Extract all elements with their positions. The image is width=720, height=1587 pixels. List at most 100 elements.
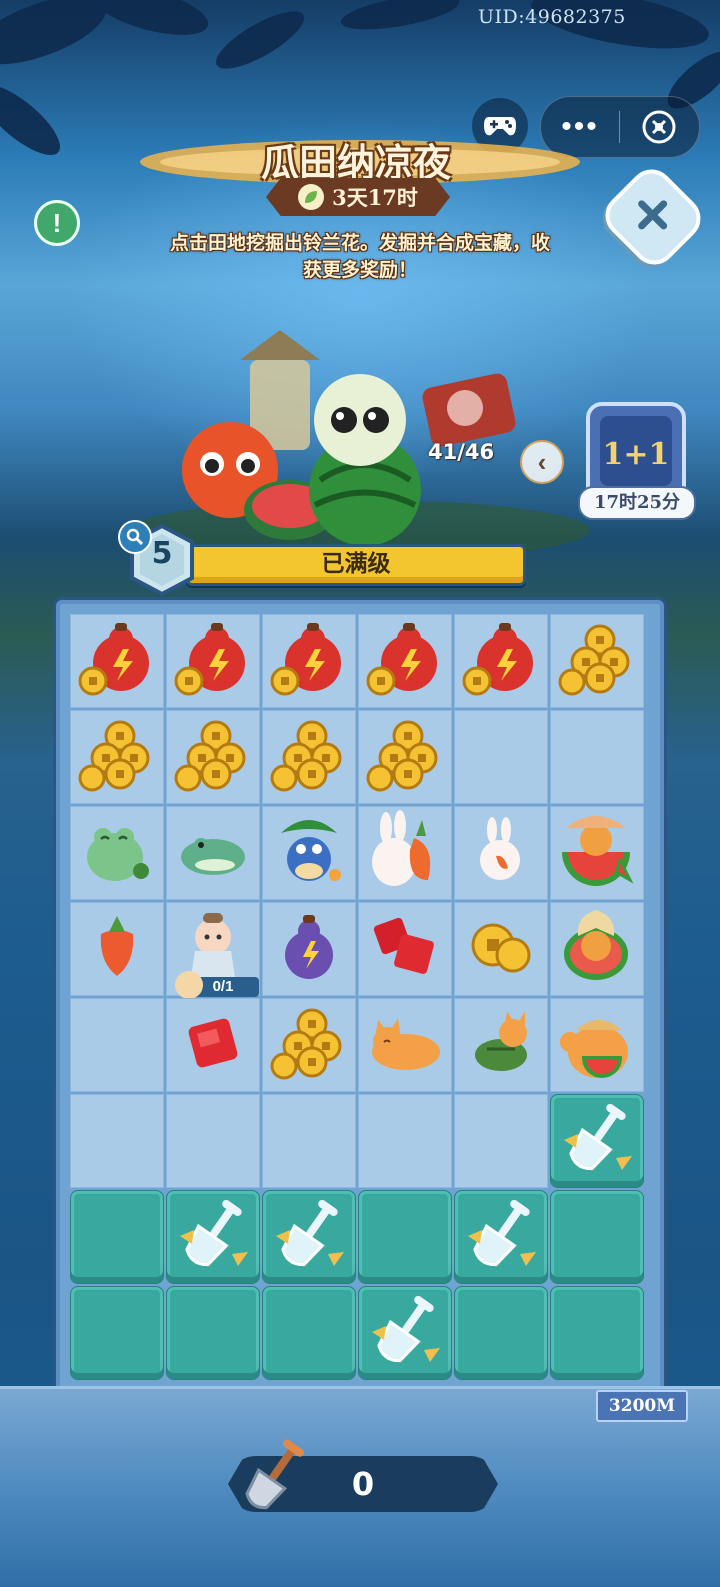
board-cell[interactable]	[550, 902, 644, 996]
gourd-energy-icon	[173, 619, 253, 704]
empty-cell[interactable]	[166, 1094, 260, 1188]
board-cell[interactable]	[550, 806, 644, 900]
board-cell[interactable]	[166, 710, 260, 804]
gourd-energy-icon	[269, 619, 349, 704]
timer-text: 3天17时	[332, 185, 418, 210]
exclamation-icon: !	[52, 207, 62, 238]
board-cell[interactable]: 0/1	[166, 902, 260, 999]
board-cell[interactable]	[262, 998, 356, 1092]
doll-progress: 0/1	[175, 971, 259, 999]
frog-leaf-icon	[269, 811, 349, 896]
board-cell[interactable]	[166, 998, 260, 1092]
board-cell[interactable]	[166, 614, 260, 708]
board-cell[interactable]	[70, 614, 164, 708]
gem-red-icon	[178, 1008, 248, 1083]
frog-lie-icon	[175, 813, 251, 894]
soil-cell[interactable]	[550, 1286, 644, 1380]
board-cell[interactable]	[358, 710, 452, 804]
melon-cat-icon	[556, 906, 638, 993]
info-button[interactable]: !	[34, 200, 80, 246]
rabbit-small-icon	[466, 816, 536, 891]
shovel-icon	[174, 1196, 252, 1279]
level-status: 已满级	[321, 550, 391, 577]
board-cell[interactable]	[70, 710, 164, 804]
empty-cell[interactable]	[70, 1094, 164, 1188]
board-cell[interactable]	[454, 806, 548, 900]
board-cell[interactable]	[358, 614, 452, 708]
leaf-icon	[298, 184, 325, 210]
coins-big-icon	[268, 714, 350, 801]
magnifier-icon	[126, 528, 144, 546]
gourd-energy-icon	[461, 619, 541, 704]
close-icon	[636, 198, 670, 237]
coins-big-icon	[556, 618, 638, 705]
carrot-icon	[87, 912, 147, 987]
board-cell[interactable]	[166, 806, 260, 900]
board-cell[interactable]	[262, 614, 356, 708]
shovel-icon	[245, 1439, 305, 1510]
gourd-purple-icon	[271, 909, 347, 990]
frog-sit-icon	[79, 813, 155, 894]
board-cell[interactable]	[70, 902, 164, 996]
soil-cell[interactable]	[262, 1286, 356, 1380]
shovel-icon	[462, 1196, 540, 1279]
coins-big-icon	[268, 1002, 350, 1089]
board-cell[interactable]	[550, 998, 644, 1092]
gourd-energy-icon	[365, 619, 445, 704]
soil-cell[interactable]	[70, 1190, 164, 1284]
board-cell[interactable]	[358, 902, 452, 996]
empty-cell[interactable]	[358, 1094, 452, 1188]
coins-small-icon	[463, 909, 539, 990]
soil-cell[interactable]	[262, 1190, 356, 1284]
prev-arrow-button[interactable]: ‹	[520, 440, 564, 484]
board-cell[interactable]	[550, 614, 644, 708]
empty-cell[interactable]	[454, 1094, 548, 1188]
shovel-icon	[366, 1292, 444, 1375]
gems-two-icon	[367, 909, 443, 990]
chevron-left-icon: ‹	[537, 446, 547, 477]
coins-big-icon	[172, 714, 254, 801]
flower-icon	[175, 971, 203, 999]
doll-progress-text: 0/1	[212, 978, 234, 995]
soil-cell[interactable]	[550, 1190, 644, 1284]
soil-cell[interactable]	[70, 1286, 164, 1380]
event-description: 点击田地挖掘出铃兰花。发掘并合成宝藏，收获更多奖励！	[170, 232, 551, 281]
board-cell[interactable]	[358, 998, 452, 1092]
empty-cell[interactable]	[262, 1094, 356, 1188]
coins-big-icon	[76, 714, 158, 801]
collection-count: 41/46	[428, 440, 495, 464]
board-cell[interactable]	[454, 614, 548, 708]
merge-board: 0/1	[56, 600, 664, 1398]
empty-cell[interactable]	[454, 710, 548, 804]
soil-cell[interactable]	[454, 1190, 548, 1284]
board-cell[interactable]	[262, 806, 356, 900]
cat-watermelon-icon	[556, 1002, 638, 1089]
cat-lie-icon	[364, 1008, 446, 1083]
board-cell[interactable]	[454, 902, 548, 996]
soil-cell[interactable]	[358, 1286, 452, 1380]
soil-cell[interactable]	[550, 1094, 644, 1188]
bonus-label: 1+1	[603, 437, 670, 472]
magnifier-button[interactable]	[118, 520, 152, 554]
rabbit-carrot-icon	[364, 809, 446, 897]
soil-cell[interactable]	[358, 1190, 452, 1284]
soil-cell[interactable]	[166, 1190, 260, 1284]
board-cell[interactable]	[454, 998, 548, 1092]
depth-label: 3200M	[596, 1390, 688, 1422]
soil-cell[interactable]	[166, 1286, 260, 1380]
bonus-timer: 17时25分	[578, 486, 696, 520]
gourd-energy-icon	[77, 619, 157, 704]
board-cell[interactable]	[70, 806, 164, 900]
empty-cell[interactable]	[70, 998, 164, 1092]
watermelon-cat-icon	[556, 810, 638, 897]
cat-turtle-icon	[463, 1005, 539, 1086]
shovel-icon	[558, 1100, 636, 1183]
board-cell[interactable]	[358, 806, 452, 900]
empty-cell[interactable]	[550, 710, 644, 804]
board-cell[interactable]	[262, 902, 356, 996]
soil-cell[interactable]	[454, 1286, 548, 1380]
board-cell[interactable]	[262, 710, 356, 804]
coins-big-icon	[364, 714, 446, 801]
uid-label: UID:49682375	[478, 6, 626, 28]
event-timer: 3天17时	[266, 178, 450, 216]
